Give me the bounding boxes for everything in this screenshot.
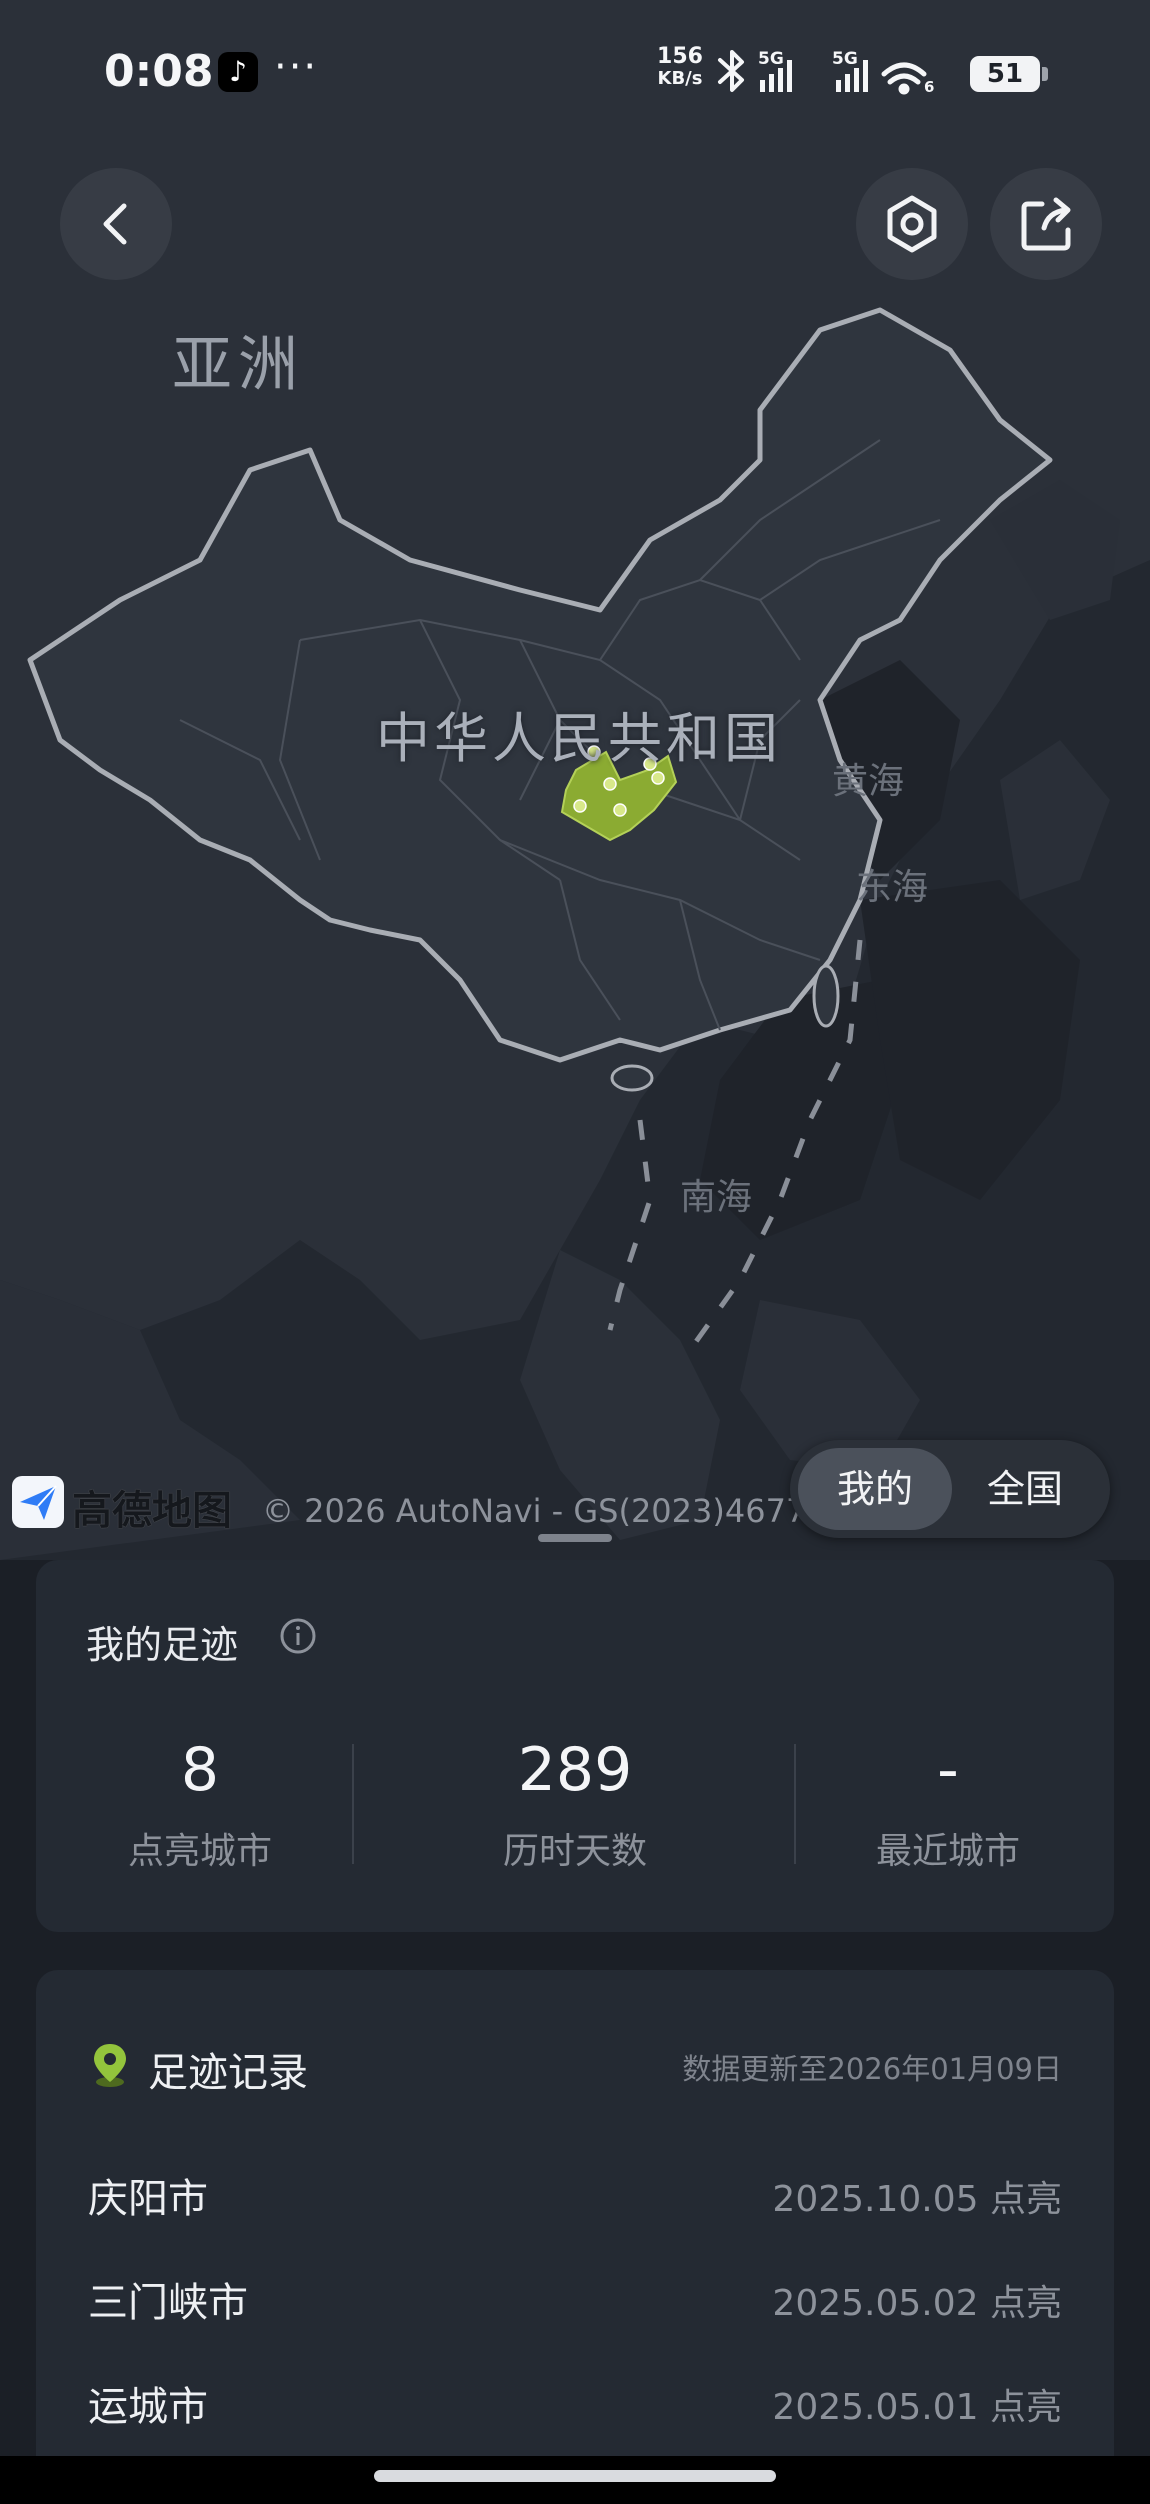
network-speed-value: 156 xyxy=(657,44,703,69)
map-label-south-sea: 南海 xyxy=(680,1177,753,1218)
record-row[interactable]: 运城市 2025.05.01 点亮 xyxy=(88,2374,1062,2434)
back-button[interactable] xyxy=(60,168,172,280)
status-time: 0:08 xyxy=(104,46,214,97)
record-date: 2025.05.01 点亮 xyxy=(772,2387,1062,2428)
stat-value: 289 xyxy=(517,1735,633,1805)
stat-value: 8 xyxy=(180,1735,220,1805)
network-speed-unit: KB/s xyxy=(657,68,703,89)
battery-indicator: 51 xyxy=(970,56,1048,92)
wifi-badge: 6 xyxy=(924,78,934,96)
stats-title: 我的足迹 xyxy=(86,1623,239,1667)
map-label-china: 中华人民共和国 xyxy=(376,707,782,770)
location-pin-icon xyxy=(94,2044,126,2087)
share-button[interactable] xyxy=(990,168,1102,280)
status-icons: 5G 5G 6 xyxy=(718,49,934,96)
map-graphics xyxy=(0,0,1150,1560)
settings-hexagon-icon xyxy=(887,195,937,253)
records-title: 足迹记录 xyxy=(148,2050,308,2096)
stat-recent-city: - 最近城市 xyxy=(768,1730,1128,1874)
app-root: 亚洲 中华人民共和国 黄海 东海 南海 0:08 ♪ ··· 156 KB/s … xyxy=(0,0,1150,2504)
toggle-mine[interactable]: 我的 xyxy=(798,1448,952,1530)
stat-label: 点亮城市 xyxy=(127,1831,272,1872)
records-updated: 数据更新至2026年01月09日 xyxy=(682,2052,1062,2086)
map-label-asia: 亚洲 xyxy=(172,330,304,400)
record-date: 2025.10.05 点亮 xyxy=(772,2179,1062,2220)
settings-button[interactable] xyxy=(856,168,968,280)
stat-label: 最近城市 xyxy=(875,1831,1020,1872)
tiktok-icon: ♪ xyxy=(218,52,258,92)
network-speed: 156 KB/s xyxy=(652,46,708,90)
more-notifications-icon: ··· xyxy=(274,44,319,90)
footprint-map[interactable]: 亚洲 中华人民共和国 黄海 东海 南海 0:08 ♪ ··· 156 KB/s … xyxy=(0,0,1150,1560)
record-date: 2025.05.02 点亮 xyxy=(772,2283,1062,2324)
chevron-left-icon xyxy=(103,203,127,245)
navigation-bar xyxy=(0,2456,1150,2504)
sheet-drag-handle[interactable] xyxy=(538,1534,612,1542)
stat-label: 历时天数 xyxy=(502,1831,647,1872)
toggle-all[interactable]: 全国 xyxy=(948,1448,1102,1530)
map-provider-name: 高德地图 xyxy=(72,1488,232,1534)
stat-value: - xyxy=(937,1735,959,1805)
amap-logo-icon xyxy=(12,1476,64,1528)
record-city: 庆阳市 xyxy=(88,2176,208,2222)
map-label-east-sea: 东海 xyxy=(856,867,929,908)
bluetooth-icon xyxy=(718,50,744,92)
status-bar: 0:08 ♪ ··· 156 KB/s 5G 5G 6 51 xyxy=(0,0,1150,140)
stat-lit-cities: 8 点亮城市 xyxy=(20,1730,380,1874)
network-label-2: 5G xyxy=(832,49,858,69)
wifi-icon xyxy=(881,62,927,95)
record-city: 运城市 xyxy=(88,2384,208,2430)
record-city: 三门峡市 xyxy=(88,2280,248,2326)
map-copyright: © 2026 AutoNavi - GS(2023)4677号 xyxy=(262,1492,839,1530)
record-row[interactable]: 庆阳市 2025.10.05 点亮 xyxy=(88,2166,1062,2226)
home-indicator[interactable] xyxy=(374,2470,776,2482)
share-icon xyxy=(1021,197,1071,251)
record-row[interactable]: 三门峡市 2025.05.02 点亮 xyxy=(88,2270,1062,2330)
stat-days: 289 历时天数 xyxy=(395,1730,755,1874)
map-label-yellow-sea: 黄海 xyxy=(832,761,905,802)
network-label-1: 5G xyxy=(758,49,784,69)
stat-divider xyxy=(352,1744,354,1864)
view-toggle: 我的 全国 xyxy=(790,1440,1110,1538)
info-icon[interactable] xyxy=(278,1616,318,1656)
